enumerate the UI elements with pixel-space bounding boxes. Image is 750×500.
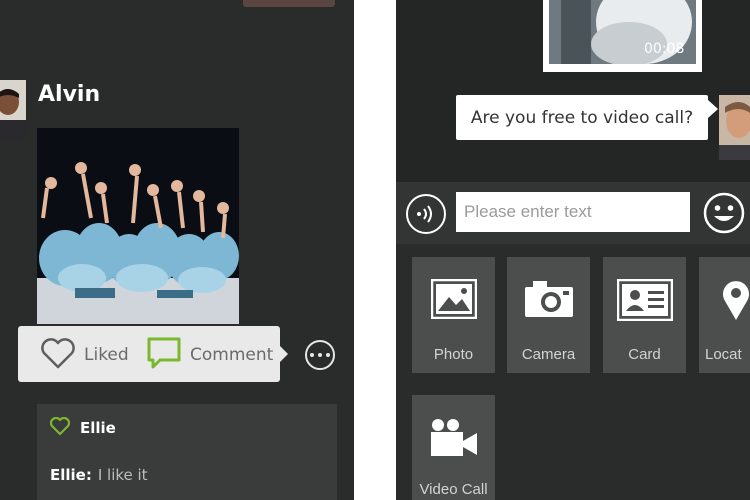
likes-row: Ellie xyxy=(49,416,116,440)
emoji-icon[interactable] xyxy=(703,192,745,234)
chat-screen: 00:08 Are you free to video call? Please… xyxy=(396,0,750,500)
comment-button[interactable]: Comment xyxy=(146,336,274,374)
attach-card-button[interactable]: Card xyxy=(603,257,686,373)
camera-icon xyxy=(507,279,590,319)
attach-location-button[interactable]: Locat xyxy=(699,257,750,373)
like-label: Liked xyxy=(84,345,129,365)
attach-video-call-button[interactable]: Video Call xyxy=(412,395,495,500)
post-photo[interactable] xyxy=(37,128,239,324)
location-pin-icon xyxy=(699,279,750,321)
heart-icon xyxy=(49,416,71,439)
attach-photo-button[interactable]: Photo xyxy=(412,257,495,373)
popup-pointer xyxy=(280,346,288,362)
outgoing-message-bubble[interactable]: Are you free to video call? xyxy=(456,95,708,140)
comment-bubble-icon xyxy=(146,336,182,374)
attach-camera-button[interactable]: Camera xyxy=(507,257,590,373)
previous-post-thumbnail[interactable] xyxy=(243,0,335,7)
contact-card-icon xyxy=(603,279,686,321)
message-text: Are you free to video call? xyxy=(470,107,694,128)
bubble-pointer xyxy=(708,100,718,118)
attach-location-label: Locat xyxy=(705,346,742,363)
comment-author[interactable]: Ellie: xyxy=(50,466,92,484)
photo-icon xyxy=(412,279,495,319)
like-button[interactable]: Liked xyxy=(40,336,132,374)
voice-input-icon[interactable] xyxy=(406,194,446,234)
my-avatar[interactable] xyxy=(719,95,750,160)
attach-video-call-label: Video Call xyxy=(419,481,488,498)
post-author-name[interactable]: Alvin xyxy=(38,82,100,107)
moments-screen: Alvin Liked Comment Ellie Ellie: I like … xyxy=(0,0,354,500)
comment-text: I like it xyxy=(97,466,148,484)
video-camera-icon xyxy=(412,417,495,459)
video-duration: 00:08 xyxy=(644,41,685,57)
more-options-icon[interactable] xyxy=(305,340,335,370)
message-input[interactable] xyxy=(456,192,690,232)
comment-item: Ellie: I like it xyxy=(50,466,148,484)
comment-label: Comment xyxy=(190,345,274,365)
attach-camera-label: Camera xyxy=(521,346,576,363)
attach-photo-label: Photo xyxy=(433,346,474,363)
heart-outline-icon xyxy=(40,337,76,373)
author-avatar[interactable] xyxy=(0,80,26,140)
attach-card-label: Card xyxy=(628,346,661,363)
liker-name[interactable]: Ellie xyxy=(80,419,116,437)
